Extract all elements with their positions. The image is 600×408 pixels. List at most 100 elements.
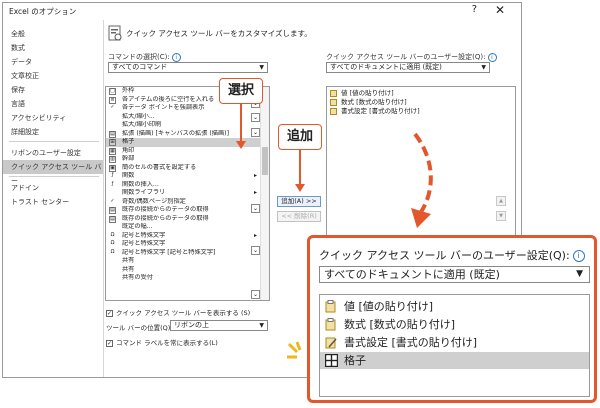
list-item-label: 格子 bbox=[344, 354, 366, 367]
qat-customize-label-text: クイック アクセス ツール バーのユーザー設定(Q): bbox=[326, 53, 486, 61]
nav-item-trust-center[interactable]: トラスト センター bbox=[3, 195, 103, 209]
list-item-label: 共有の受付 bbox=[122, 274, 153, 281]
list-item[interactable]: Ω 記号と特殊文字 bbox=[106, 240, 260, 249]
list-item[interactable]: 書式設定 [書式の貼り付け] bbox=[327, 107, 420, 116]
page-title: クイック アクセス ツール バーをカスタマイズします。 bbox=[126, 29, 312, 38]
list-item[interactable]: ✓ 奇数/偶数ページ別指定 bbox=[106, 198, 260, 207]
help-icon[interactable]: ? bbox=[472, 4, 477, 15]
list-item[interactable]: 関数ライブラリ ▸ bbox=[106, 189, 260, 198]
list-item[interactable]: Ω 記号と特殊文字 ▸ bbox=[106, 232, 260, 241]
list-item[interactable]: 共有の受付 bbox=[106, 274, 260, 283]
show-labels-checkbox[interactable]: ✓ コマンド ラベルを常に表示する(L) bbox=[106, 337, 218, 347]
list-item[interactable]: 値 [値の貼り付け] bbox=[327, 89, 394, 98]
add-arrow-head bbox=[295, 184, 305, 192]
list-item[interactable]: ▤ 既存の接続からのデータの取得 bbox=[106, 206, 260, 215]
info-icon[interactable]: i bbox=[487, 52, 497, 62]
scrollbar-thumb[interactable] bbox=[262, 147, 268, 175]
show-below-ribbon-checkbox[interactable]: ✓ クイック アクセス ツール バーを表示する (S) bbox=[106, 307, 250, 317]
list-item-label: 数式 [数式の貼り付け] bbox=[341, 98, 407, 106]
list-item[interactable]: ▣ 簡のセルの書式を設定する bbox=[106, 164, 260, 173]
choose-commands-select[interactable]: すべてのコマンド ▼ bbox=[108, 62, 268, 73]
list-item-selected[interactable]: 格子 bbox=[320, 352, 589, 369]
expand-button[interactable]: ⌄ bbox=[251, 246, 260, 255]
list-item[interactable]: Ω 記号と特殊文字 [記号と特殊文字] bbox=[106, 249, 260, 258]
grid-icon: ⊞ bbox=[109, 139, 116, 146]
connection-icon: ▤ bbox=[109, 207, 116, 214]
grid-icon bbox=[324, 353, 339, 368]
choose-commands-select-value: すべてのコマンド bbox=[112, 63, 168, 71]
nav-item-accessibility[interactable]: アクセシビリティ bbox=[3, 111, 103, 125]
list-item-label: 既存の接続からのデータの取得 bbox=[122, 214, 209, 222]
submenu-arrow-icon: ▸ bbox=[253, 189, 257, 196]
paste-formulas-icon bbox=[325, 318, 338, 331]
list-item[interactable]: 既定の幅... bbox=[106, 223, 260, 232]
check-icon: ✓ bbox=[110, 104, 115, 110]
list-item[interactable]: 共有 bbox=[106, 266, 260, 275]
info-icon[interactable]: i bbox=[572, 250, 585, 262]
list-item[interactable]: 書式設定 [書式の貼り付け] bbox=[320, 334, 589, 351]
omega-icon: Ω bbox=[110, 248, 115, 255]
list-item[interactable]: ▥ 幹部 bbox=[106, 155, 260, 164]
checkbox-box[interactable]: ✓ bbox=[106, 309, 113, 317]
add-arrow-line bbox=[299, 150, 301, 185]
nav-item-proofing[interactable]: 文章校正 bbox=[3, 69, 103, 83]
move-up-button[interactable]: ▲ bbox=[496, 196, 506, 206]
close-icon[interactable]: ✕ bbox=[495, 3, 505, 17]
list-item[interactable]: ƒ 関数 ▸ bbox=[106, 172, 260, 181]
zoom-panel: クイック アクセス ツール バーのユーザー設定(Q): i すべてのドキュメントに… bbox=[307, 235, 597, 403]
connection-icon: ▤ bbox=[109, 215, 116, 223]
nav-item-add-ins[interactable]: アドイン bbox=[3, 181, 103, 195]
list-item-label: 関数の挿入... bbox=[122, 180, 159, 188]
sparkle-icon bbox=[287, 341, 302, 359]
zoom-scope-select-value: すべてのドキュメントに適用 (既定) bbox=[324, 268, 500, 281]
list-item[interactable]: 拡大/縮小... bbox=[106, 113, 260, 122]
paste-formatting-icon bbox=[325, 336, 338, 349]
remove-button[interactable]: << 削除(R) bbox=[277, 211, 321, 222]
zoom-scope-select[interactable]: すべてのドキュメントに適用 (既定) ▼ bbox=[319, 266, 590, 283]
list-item[interactable]: ƒ 関数の挿入... bbox=[106, 181, 260, 190]
list-item[interactable]: 値 [値の貼り付け] bbox=[320, 298, 589, 315]
insert-function-icon: ƒ bbox=[111, 180, 114, 187]
list-item[interactable]: 拡大/縮小印刷 bbox=[106, 121, 260, 130]
expand-button[interactable]: ⌄ bbox=[251, 113, 260, 122]
nav-item-data[interactable]: データ bbox=[3, 55, 103, 69]
list-item[interactable]: 共有 bbox=[106, 257, 260, 266]
list-item[interactable]: ▤ 既存の接続からのデータの取得 bbox=[106, 215, 260, 224]
checkbox-box[interactable]: ✓ bbox=[106, 339, 113, 347]
expand-button[interactable]: ⌄ bbox=[251, 128, 260, 137]
list-item[interactable]: 数式 [数式の貼り付け] bbox=[320, 316, 589, 333]
list-item-label: 外枠 bbox=[122, 87, 135, 94]
paste-formulas-icon bbox=[330, 99, 337, 106]
list-item[interactable]: 数式 [数式の貼り付け] bbox=[327, 98, 407, 107]
add-button[interactable]: 追加(A) >> bbox=[277, 196, 321, 207]
expand-button[interactable]: ⌄ bbox=[251, 290, 260, 299]
qat-scope-select[interactable]: すべてのドキュメントに適用 (既定) ▼ bbox=[326, 62, 490, 73]
nav-item-customize-ribbon[interactable]: リボンのユーザー設定 bbox=[3, 146, 103, 160]
list-item[interactable]: ▤ 拡張 (描画) [キャンバスの拡張 (描画)] bbox=[106, 130, 260, 139]
nav-divider bbox=[9, 141, 99, 142]
list-item-label: 共有 bbox=[122, 265, 135, 273]
list-item-label: 書式設定 [書式の貼り付け] bbox=[341, 107, 420, 115]
zoom-commands-list[interactable]: 値 [値の貼り付け] 数式 [数式の貼り付け] 書式設定 [書式の貼り付け] 格… bbox=[319, 294, 590, 397]
expand-button[interactable]: ⌄ bbox=[251, 204, 260, 213]
list-item-label: 拡大/縮小印刷 bbox=[122, 121, 162, 128]
list-item-label: 値 [値の貼り付け] bbox=[341, 89, 394, 97]
list-item[interactable]: ✓ 各データ ポイントを強調表示 bbox=[106, 104, 260, 113]
nav-item-save[interactable]: 保存 bbox=[3, 83, 103, 97]
nav-item-language[interactable]: 言語 bbox=[3, 97, 103, 111]
nav-item-formulas[interactable]: 数式 bbox=[3, 41, 103, 55]
list-item-label: 拡大/縮小... bbox=[122, 112, 155, 120]
nav-item-general[interactable]: 全般 bbox=[3, 27, 103, 41]
info-icon[interactable]: i bbox=[171, 52, 181, 62]
toolbar-position-value: リボンの上 bbox=[174, 321, 209, 329]
nav-item-advanced[interactable]: 詳細設定 bbox=[3, 125, 103, 139]
choose-commands-label-text: コマンドの選択(C): bbox=[108, 53, 170, 61]
toolbar-customize-icon bbox=[108, 25, 122, 41]
nav-item-quick-access-toolbar[interactable]: クイック アクセス ツール バー bbox=[3, 160, 103, 185]
chevron-down-icon: ▼ bbox=[481, 64, 486, 71]
move-down-button[interactable]: ▼ bbox=[496, 211, 506, 221]
commands-list[interactable]: ▢ 外枠 ≡ 各アイテムの後ろに空行を入れる ✓ 各データ ポイントを強調表示 拡大/… bbox=[105, 86, 270, 301]
list-scrollbar[interactable] bbox=[260, 87, 269, 300]
toolbar-position-select[interactable]: リボンの上 ▼ bbox=[170, 320, 268, 331]
list-item-label: 関数 bbox=[122, 172, 135, 179]
